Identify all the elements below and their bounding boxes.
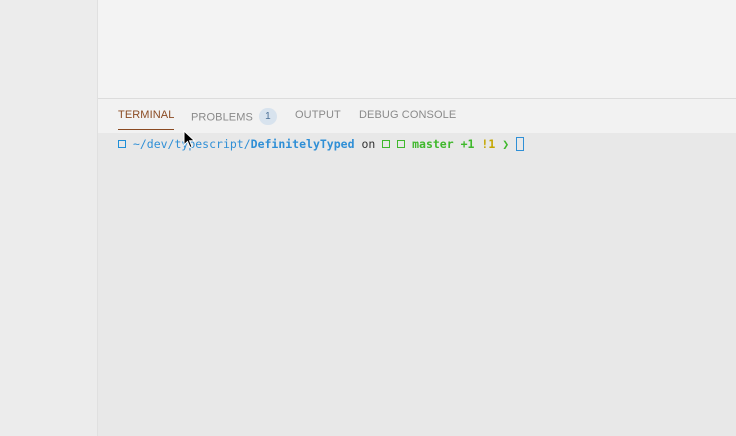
folder-icon [118, 139, 126, 148]
branch-icon [397, 139, 406, 148]
tab-problems[interactable]: PROBLEMS 1 [191, 108, 277, 131]
problems-count-badge: 1 [258, 108, 277, 125]
git-modified-count: !1 [481, 137, 496, 151]
terminal-on-text: on [361, 137, 376, 151]
editor-area[interactable] [98, 0, 736, 99]
git-branch-name: master [412, 137, 454, 151]
tab-terminal[interactable]: TERMINAL [118, 109, 175, 130]
git-staged-count: +1 [460, 137, 475, 151]
tab-problems-label: PROBLEMS [191, 111, 253, 124]
tab-debug-console-label: DEBUG CONSOLE [359, 109, 457, 121]
activity-sidebar [0, 0, 98, 436]
prompt-chevron-icon: ❯ [502, 137, 510, 151]
app-window: TERMINAL PROBLEMS 1 OUTPUT DEBUG CONSOLE … [0, 0, 736, 436]
tab-terminal-label: TERMINAL [118, 109, 175, 121]
tab-output[interactable]: OUTPUT [295, 109, 341, 131]
tab-output-label: OUTPUT [295, 109, 341, 121]
mouse-pointer-icon [183, 130, 196, 149]
terminal-path-current: DefinitelyTyped [250, 137, 355, 151]
tab-debug-console[interactable]: DEBUG CONSOLE [359, 109, 456, 131]
git-icon [382, 139, 391, 148]
panel-tab-bar: TERMINAL PROBLEMS 1 OUTPUT DEBUG CONSOLE [98, 99, 736, 133]
terminal-cursor [516, 136, 525, 151]
terminal-prompt-line[interactable]: ~/dev/typescript/DefinitelyTyped on mast… [118, 136, 525, 152]
